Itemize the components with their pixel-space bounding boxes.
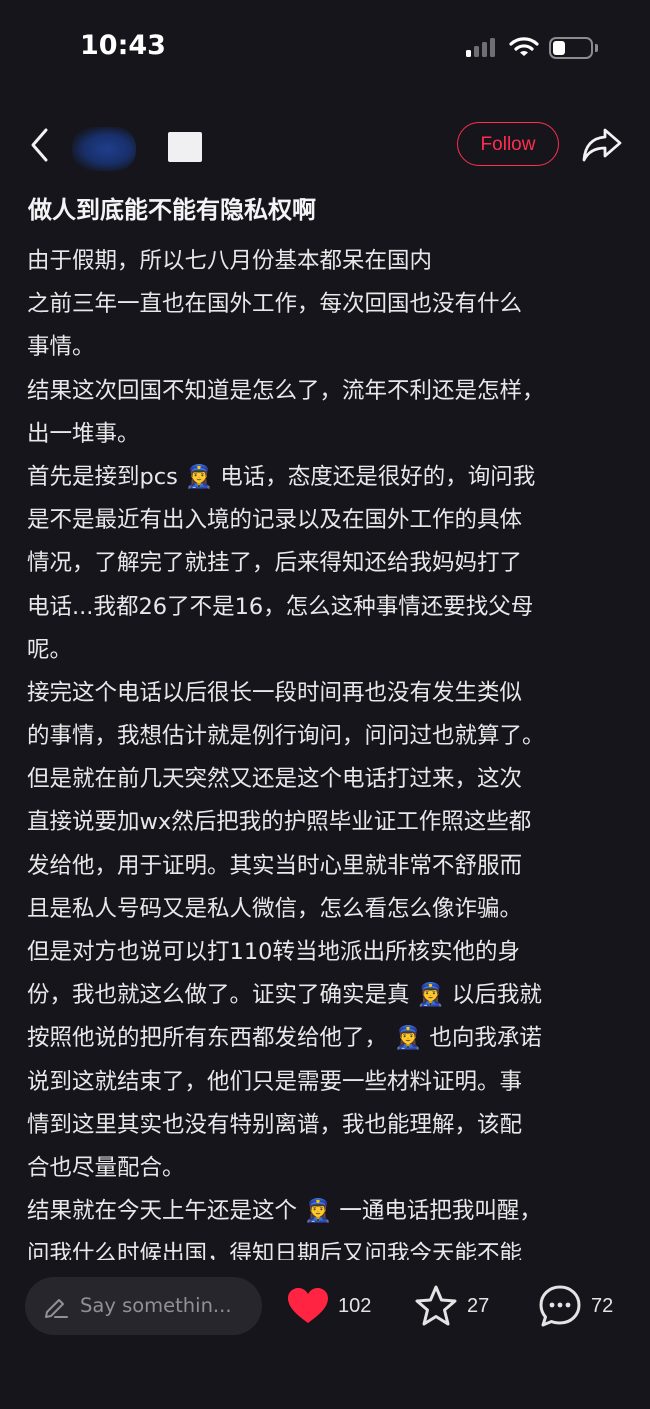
comment-count: 72 [591, 1294, 614, 1317]
share-icon[interactable] [580, 126, 624, 164]
post-body-line: 的事情，我想估计就是例行询问，问问过也就算了。 [27, 723, 545, 750]
post-body-line: 直接说要加wx然后把我的护照毕业证工作照这些都 [27, 809, 532, 836]
status-time: 10:43 [80, 30, 166, 61]
post-body-line: 且是私人号码又是私人微信，怎么看怎么像诈骗。 [27, 895, 523, 922]
author-avatar[interactable] [72, 127, 136, 171]
post-title: 做人到底能不能有隐私权啊 [28, 196, 316, 224]
post-body-line: 事情。 [27, 334, 95, 361]
star-icon [415, 1285, 457, 1326]
author-name-redacted[interactable] [168, 132, 202, 162]
post-body-line: 但是对方也说可以打110转当地派出所核实他的身 [27, 939, 520, 965]
collect-button[interactable]: 27 [414, 1280, 489, 1332]
like-count: 102 [338, 1294, 372, 1317]
heart-icon [288, 1288, 328, 1323]
post-body-line: 结果就在今天上午还是这个 👮‍♀️ 一通电话把我叫醒， [27, 1198, 542, 1225]
cellular-signal-icon [466, 38, 495, 57]
post-body-line: 是不是最近有出入境的记录以及在国外工作的具体 [27, 507, 523, 534]
wifi-icon [509, 37, 539, 56]
battery-icon [549, 37, 593, 59]
post-body: 由于假期，所以七八月份基本都呆在国内之前三年一直也在国外工作，每次回国也没有什么… [27, 240, 627, 1277]
battery-cap [595, 44, 598, 52]
follow-button[interactable]: Follow [457, 122, 559, 166]
post-body-line: 呢。 [27, 636, 73, 663]
post-body-line: 结果这次回国不知道是怎么了，流年不利还是怎样， [27, 377, 545, 404]
post-body-line: 份，我也就这么做了。证实了确实是真 👮‍♀️ 以后我就 [27, 982, 542, 1009]
post-body-line: 接完这个电话以后很长一段时间再也没有发生类似 [27, 679, 523, 706]
post-body-line: 说到这就结束了，他们只是需要一些材料证明。事 [27, 1068, 523, 1095]
comment-button[interactable]: 72 [538, 1280, 613, 1332]
post-body-line: 情况，了解完了就挂了，后来得知还给我妈妈打了 [27, 550, 523, 577]
post-body-line: 之前三年一直也在国外工作，每次回国也没有什么 [27, 291, 523, 318]
back-arrow-icon[interactable] [28, 127, 52, 163]
post-body-line: 发给他，用于证明。其实当时心里就非常不舒服而 [27, 852, 523, 879]
post-body-line: 情到这里其实也没有特别离谱，我也能理解，该配 [27, 1111, 523, 1138]
post-body-line: 但是就在前几天突然又还是这个电话打过来，这次 [27, 766, 523, 793]
comment-bubble-icon [539, 1285, 581, 1327]
post-header: Follow [0, 115, 650, 175]
post-body-line: 由于假期，所以七八月份基本都呆在国内 [27, 248, 433, 274]
pencil-icon [45, 1299, 68, 1318]
post-body-line: 按照他说的把所有东西都发给他了， 👮‍♀️ 也向我承诺 [27, 1025, 542, 1052]
bottom-action-bar: Say somethin... 102 27 72 [0, 1260, 650, 1409]
post-body-line: 首先是接到pcs 👮‍♀️ 电话，态度还是很好的，询问我 [27, 463, 536, 490]
post-body-line: 出一堆事。 [27, 420, 140, 447]
like-button[interactable]: 102 [287, 1280, 371, 1332]
post-body-line: 电话...我都26了不是16，怎么这种事情还要找父母 [27, 593, 534, 620]
status-bar: 10:43 [0, 0, 650, 95]
star-count: 27 [467, 1294, 490, 1317]
post-body-line: 合也尽量配合。 [27, 1154, 185, 1181]
